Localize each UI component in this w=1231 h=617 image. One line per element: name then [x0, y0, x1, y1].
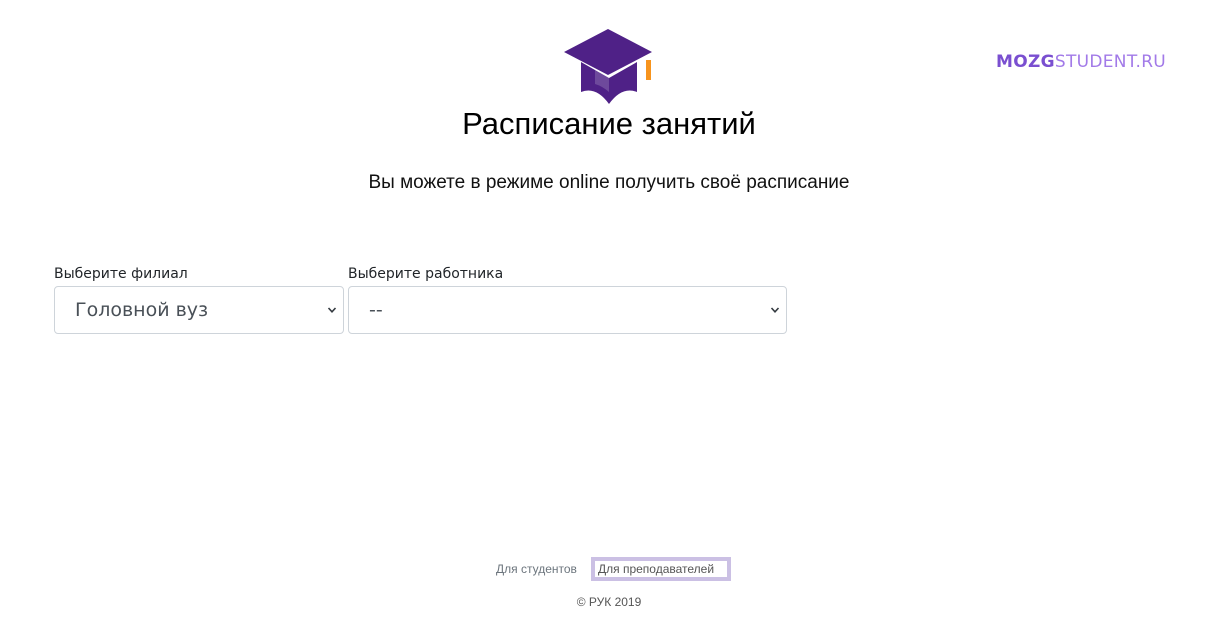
branch-select-value: Головной вуз — [75, 299, 209, 321]
chevron-down-icon — [770, 307, 780, 313]
branch-select-label: Выберите филиал — [54, 266, 188, 282]
copyright: © РУК 2019 — [576, 595, 642, 609]
page-subtitle: Вы можете в режиме online получить своё … — [368, 172, 850, 193]
chevron-down-icon — [327, 307, 337, 313]
employee-select-label: Выберите работника — [348, 266, 504, 282]
brand-bold-text: MOZG — [996, 52, 1055, 72]
students-link[interactable]: Для студентов — [496, 557, 577, 581]
brand-light-text: STUDENT.RU — [1054, 52, 1167, 72]
footer-nav: Для студентов Для преподавателей — [0, 557, 1231, 581]
teachers-link[interactable]: Для преподавателей — [591, 557, 731, 581]
brand-link[interactable]: MOZGSTUDENT.RU — [996, 52, 1166, 72]
employee-select[interactable]: -- — [348, 286, 787, 334]
page-title: Расписание занятий — [462, 106, 756, 141]
graduation-cap-icon — [564, 29, 652, 104]
employee-select-value: -- — [369, 299, 383, 321]
branch-select[interactable]: Головной вуз — [54, 286, 344, 334]
